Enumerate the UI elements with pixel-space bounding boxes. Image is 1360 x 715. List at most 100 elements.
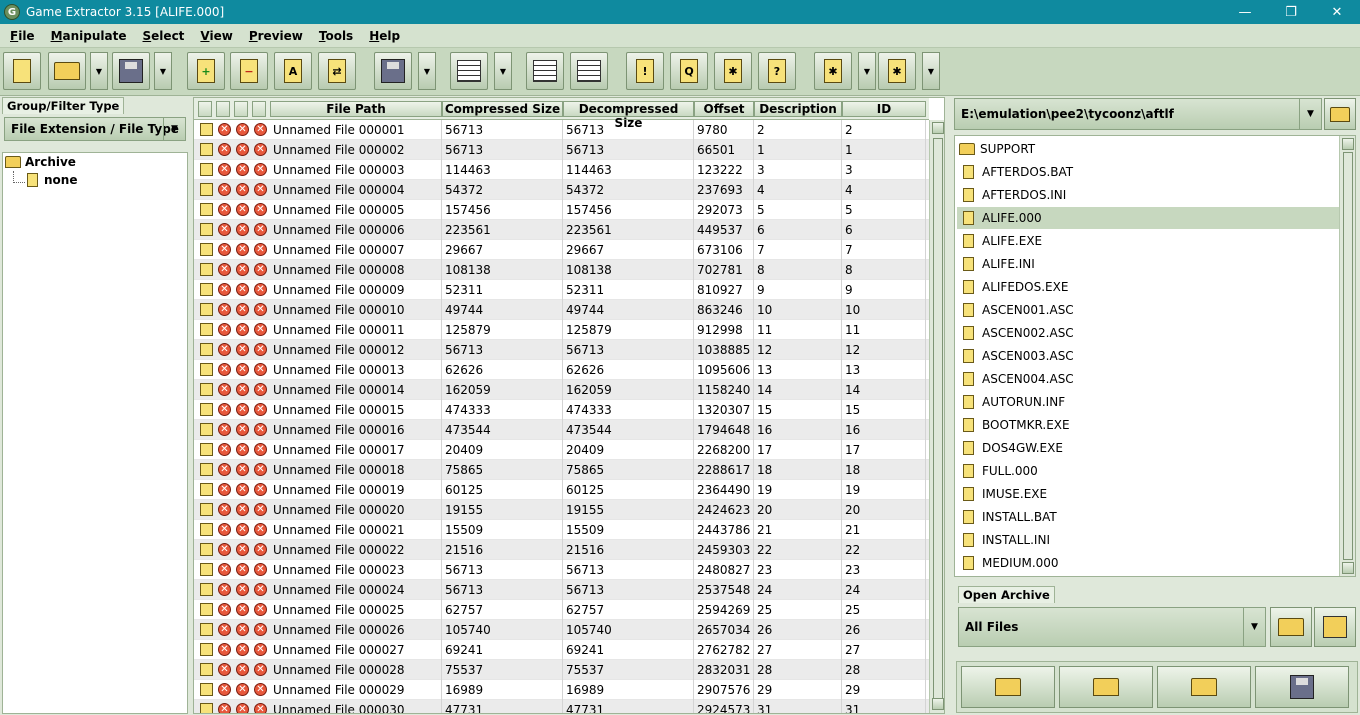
script-dropdown-button[interactable]: ▼ xyxy=(858,52,876,90)
table-row[interactable]: ✕ ✕ ✕ Unnamed File 000010 49744 49744 863246 10… xyxy=(194,300,929,320)
extract-button[interactable] xyxy=(374,52,412,90)
chevron-down-icon[interactable]: ▼ xyxy=(1243,608,1265,646)
file-list-scrollbar[interactable] xyxy=(1339,136,1355,576)
table-row[interactable]: ✕ ✕ ✕ Unnamed File 000020 19155 19155 2424623 2… xyxy=(194,500,929,520)
table-view-button[interactable] xyxy=(450,52,488,90)
table-scrollbar[interactable] xyxy=(929,120,944,713)
scroll-up-button[interactable] xyxy=(1342,138,1354,150)
table-row[interactable]: ✕ ✕ ✕ Unnamed File 000012 56713 56713 1038885 1… xyxy=(194,340,929,360)
options-button[interactable]: ✱ xyxy=(714,52,752,90)
menu-tools[interactable]: Tools xyxy=(309,29,359,43)
chevron-down-icon[interactable]: ▼ xyxy=(163,118,185,140)
file-list-item[interactable]: ALIFEDOS.EXE xyxy=(957,276,1339,298)
column-header-offset[interactable]: Offset xyxy=(694,101,754,117)
table-row[interactable]: ✕ ✕ ✕ Unnamed File 000004 54372 54372 237693 4 4 xyxy=(194,180,929,200)
menu-preview[interactable]: Preview xyxy=(239,29,309,43)
table-row[interactable]: ✕ ✕ ✕ Unnamed File 000019 60125 60125 2364490 1… xyxy=(194,480,929,500)
column-header-icon-1[interactable] xyxy=(198,101,212,117)
help-button[interactable]: ? xyxy=(758,52,796,90)
table-row[interactable]: ✕ ✕ ✕ Unnamed File 000028 75537 75537 2832031 2… xyxy=(194,660,929,680)
open-archive-tab[interactable]: Open Archive xyxy=(958,586,1055,603)
file-list-item[interactable]: SUPPORT xyxy=(957,138,1339,160)
scroll-thumb[interactable] xyxy=(933,138,943,703)
tree-node-archive[interactable]: Archive xyxy=(5,155,76,169)
table-row[interactable]: ✕ ✕ ✕ Unnamed File 000002 56713 56713 66501 1 1 xyxy=(194,140,929,160)
script-button[interactable]: ✱ xyxy=(814,52,852,90)
file-list-item[interactable]: ASCEN002.ASC xyxy=(957,322,1339,344)
table-row[interactable]: ✕ ✕ ✕ Unnamed File 000001 56713 56713 9780 2 2 xyxy=(194,120,929,140)
table-row[interactable]: ✕ ✕ ✕ Unnamed File 000014 162059 162059 115824… xyxy=(194,380,929,400)
menu-manipulate[interactable]: Manipulate xyxy=(41,29,133,43)
menu-select[interactable]: Select xyxy=(133,29,191,43)
open-archive-action-button[interactable] xyxy=(961,666,1055,708)
file-list-item[interactable]: ALIFE.INI xyxy=(957,253,1339,275)
minimize-button[interactable]: — xyxy=(1222,0,1268,24)
table-row[interactable]: ✕ ✕ ✕ Unnamed File 000022 21516 21516 2459303 2… xyxy=(194,540,929,560)
tree-node-none[interactable]: none xyxy=(27,173,77,187)
file-list-item[interactable]: DOS4GW.EXE xyxy=(957,437,1339,459)
file-list-item[interactable]: AFTERDOS.INI xyxy=(957,184,1339,206)
add-files-button[interactable]: + xyxy=(187,52,225,90)
menu-help[interactable]: Help xyxy=(359,29,406,43)
parent-directory-button[interactable] xyxy=(1324,98,1356,130)
file-filter-select[interactable]: All Files ▼ xyxy=(958,607,1266,647)
tree-view-button[interactable] xyxy=(526,52,564,90)
remove-files-button[interactable]: − xyxy=(230,52,268,90)
scroll-thumb[interactable] xyxy=(1343,152,1353,560)
table-row[interactable]: ✕ ✕ ✕ Unnamed File 000016 473544 473544 179464… xyxy=(194,420,929,440)
table-row[interactable]: ✕ ✕ ✕ Unnamed File 000009 52311 52311 810927 9 9 xyxy=(194,280,929,300)
table-row[interactable]: ✕ ✕ ✕ Unnamed File 000030 47731 47731 2924573 3… xyxy=(194,700,929,713)
table-row[interactable]: ✕ ✕ ✕ Unnamed File 000005 157456 157456 292073… xyxy=(194,200,929,220)
column-header-compressed-size[interactable]: Compressed Size xyxy=(442,101,563,117)
settings-button[interactable]: ✱ xyxy=(878,52,916,90)
scroll-down-button[interactable] xyxy=(932,698,944,710)
table-row[interactable]: ✕ ✕ ✕ Unnamed File 000007 29667 29667 673106 7 7 xyxy=(194,240,929,260)
maximize-button[interactable]: ❐ xyxy=(1268,0,1314,24)
filter-type-select[interactable]: File Extension / File Type ▼ xyxy=(4,117,186,141)
table-row[interactable]: ✕ ✕ ✕ Unnamed File 000006 223561 223561 449537… xyxy=(194,220,929,240)
close-button[interactable]: ✕ xyxy=(1314,0,1360,24)
scroll-up-button[interactable] xyxy=(932,122,944,134)
column-header-icon-3[interactable] xyxy=(234,101,248,117)
add-files-action-button[interactable] xyxy=(1059,666,1153,708)
table-row[interactable]: ✕ ✕ ✕ Unnamed File 000029 16989 16989 2907576 2… xyxy=(194,680,929,700)
column-header-id[interactable]: ID xyxy=(842,101,926,117)
file-list-item[interactable]: BOOTMKR.EXE xyxy=(957,414,1339,436)
table-row[interactable]: ✕ ✕ ✕ Unnamed File 000021 15509 15509 2443786 2… xyxy=(194,520,929,540)
save-archive-button[interactable] xyxy=(112,52,150,90)
search-button[interactable]: Q xyxy=(670,52,708,90)
table-row[interactable]: ✕ ✕ ✕ Unnamed File 000015 474333 474333 132030… xyxy=(194,400,929,420)
table-row[interactable]: ✕ ✕ ✕ Unnamed File 000013 62626 62626 1095606 1… xyxy=(194,360,929,380)
table-row[interactable]: ✕ ✕ ✕ Unnamed File 000025 62757 62757 2594269 2… xyxy=(194,600,929,620)
file-list-item[interactable]: ASCEN001.ASC xyxy=(957,299,1339,321)
table-row[interactable]: ✕ ✕ ✕ Unnamed File 000026 105740 105740 265703… xyxy=(194,620,929,640)
group-filter-tab[interactable]: Group/Filter Type xyxy=(2,97,125,114)
table-row[interactable]: ✕ ✕ ✕ Unnamed File 000003 114463 114463 123222… xyxy=(194,160,929,180)
table-row[interactable]: ✕ ✕ ✕ Unnamed File 000024 56713 56713 2537548 2… xyxy=(194,580,929,600)
file-list-item[interactable]: INSTALL.INI xyxy=(957,529,1339,551)
column-header-file-path[interactable]: File Path xyxy=(270,101,442,117)
thumbnail-toggle-button[interactable] xyxy=(1314,607,1356,647)
menu-view[interactable]: View xyxy=(190,29,238,43)
column-header-description[interactable]: Description xyxy=(754,101,842,117)
replace-files-button[interactable]: ⇄ xyxy=(318,52,356,90)
table-row[interactable]: ✕ ✕ ✕ Unnamed File 000027 69241 69241 2762782 2… xyxy=(194,640,929,660)
extract-dropdown-button[interactable]: ▼ xyxy=(418,52,436,90)
column-header-decompressed-size[interactable]: Decompressed Size xyxy=(563,101,694,130)
settings-dropdown-button[interactable]: ▼ xyxy=(922,52,940,90)
file-list-item[interactable]: ALIFE.EXE xyxy=(957,230,1339,252)
open-selected-archive-button[interactable] xyxy=(1270,607,1312,647)
file-list-item[interactable]: FULL.000 xyxy=(957,460,1339,482)
table-row[interactable]: ✕ ✕ ✕ Unnamed File 000023 56713 56713 2480827 2… xyxy=(194,560,929,580)
column-header-icon-4[interactable] xyxy=(252,101,266,117)
plugin-button[interactable]: ! xyxy=(626,52,664,90)
menu-file[interactable]: File xyxy=(0,29,41,43)
rename-files-button[interactable]: A xyxy=(274,52,312,90)
open-dropdown-button[interactable]: ▼ xyxy=(90,52,108,90)
new-archive-button[interactable] xyxy=(3,52,41,90)
replace-files-action-button[interactable] xyxy=(1157,666,1251,708)
file-list-item[interactable]: ASCEN004.ASC xyxy=(957,368,1339,390)
file-list-item[interactable]: IMUSE.EXE xyxy=(957,483,1339,505)
file-list-item[interactable]: ALIFE.000 xyxy=(957,207,1339,229)
file-list-item[interactable]: AUTORUN.INF xyxy=(957,391,1339,413)
